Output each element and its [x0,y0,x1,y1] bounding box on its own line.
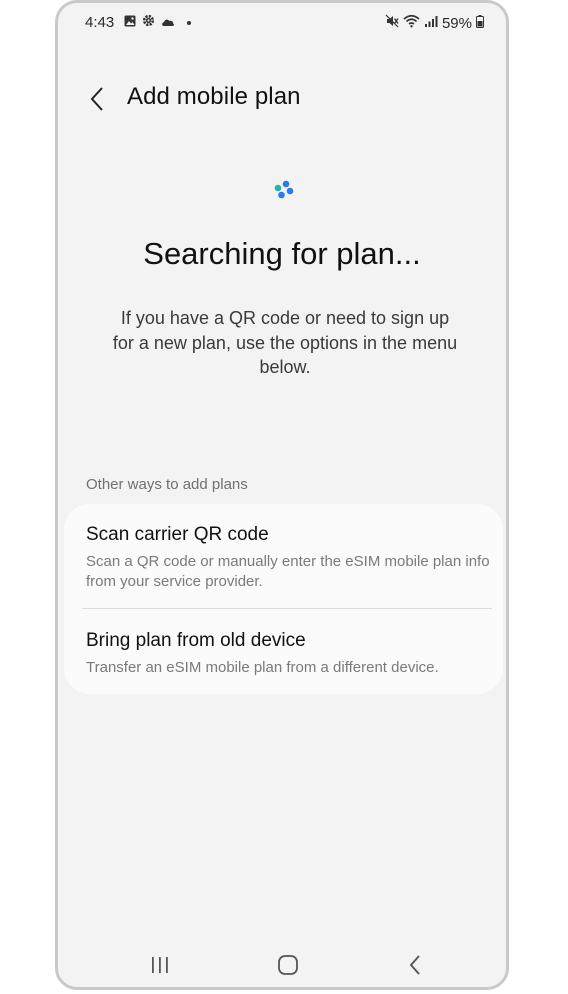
notification-dot-icon [187,20,192,25]
scan-qr-option[interactable]: Scan carrier QR code Scan a QR code or m… [86,524,496,592]
chevron-left-icon [90,87,103,111]
battery-icon [476,14,484,32]
option-subtitle: Scan a QR code or manually enter the eSI… [86,553,490,590]
loading-spinner-icon [272,177,298,203]
bring-plan-option[interactable]: Bring plan from old device Transfer an e… [86,630,496,678]
option-subtitle: Transfer an eSIM mobile plan from a diff… [86,659,439,676]
options-card: Scan carrier QR code Scan a QR code or m… [64,504,503,694]
home-icon [278,955,298,975]
mute-icon [385,14,399,32]
status-right: 59% [385,14,484,32]
instruction-text: If you have a QR code or need to sign up… [112,308,458,377]
nav-back-button[interactable] [395,949,435,981]
status-left: 4:43 [85,14,192,31]
settings-gear-icon [142,14,155,31]
battery-percent: 59% [441,14,472,32]
wifi-icon [403,14,420,32]
recent-apps-button[interactable] [140,949,180,981]
section-label: Other ways to add plans [86,476,248,493]
phone-frame: 4:43 59% Add mobile plan Searching for p… [55,0,509,990]
option-title: Scan carrier QR code [86,524,269,545]
cloud-icon [161,14,175,31]
home-button[interactable] [268,949,308,981]
signal-icon [424,15,438,32]
divider [82,608,492,609]
back-icon [409,955,420,975]
status-bar: 4:43 59% [58,3,506,43]
status-time: 4:43 [85,14,115,31]
searching-heading: Searching for plan... [143,236,421,271]
recent-apps-icon [152,957,168,973]
gallery-icon [124,14,136,31]
page-title: Add mobile plan [127,83,301,110]
back-button[interactable] [80,81,114,117]
option-title: Bring plan from old device [86,630,306,651]
